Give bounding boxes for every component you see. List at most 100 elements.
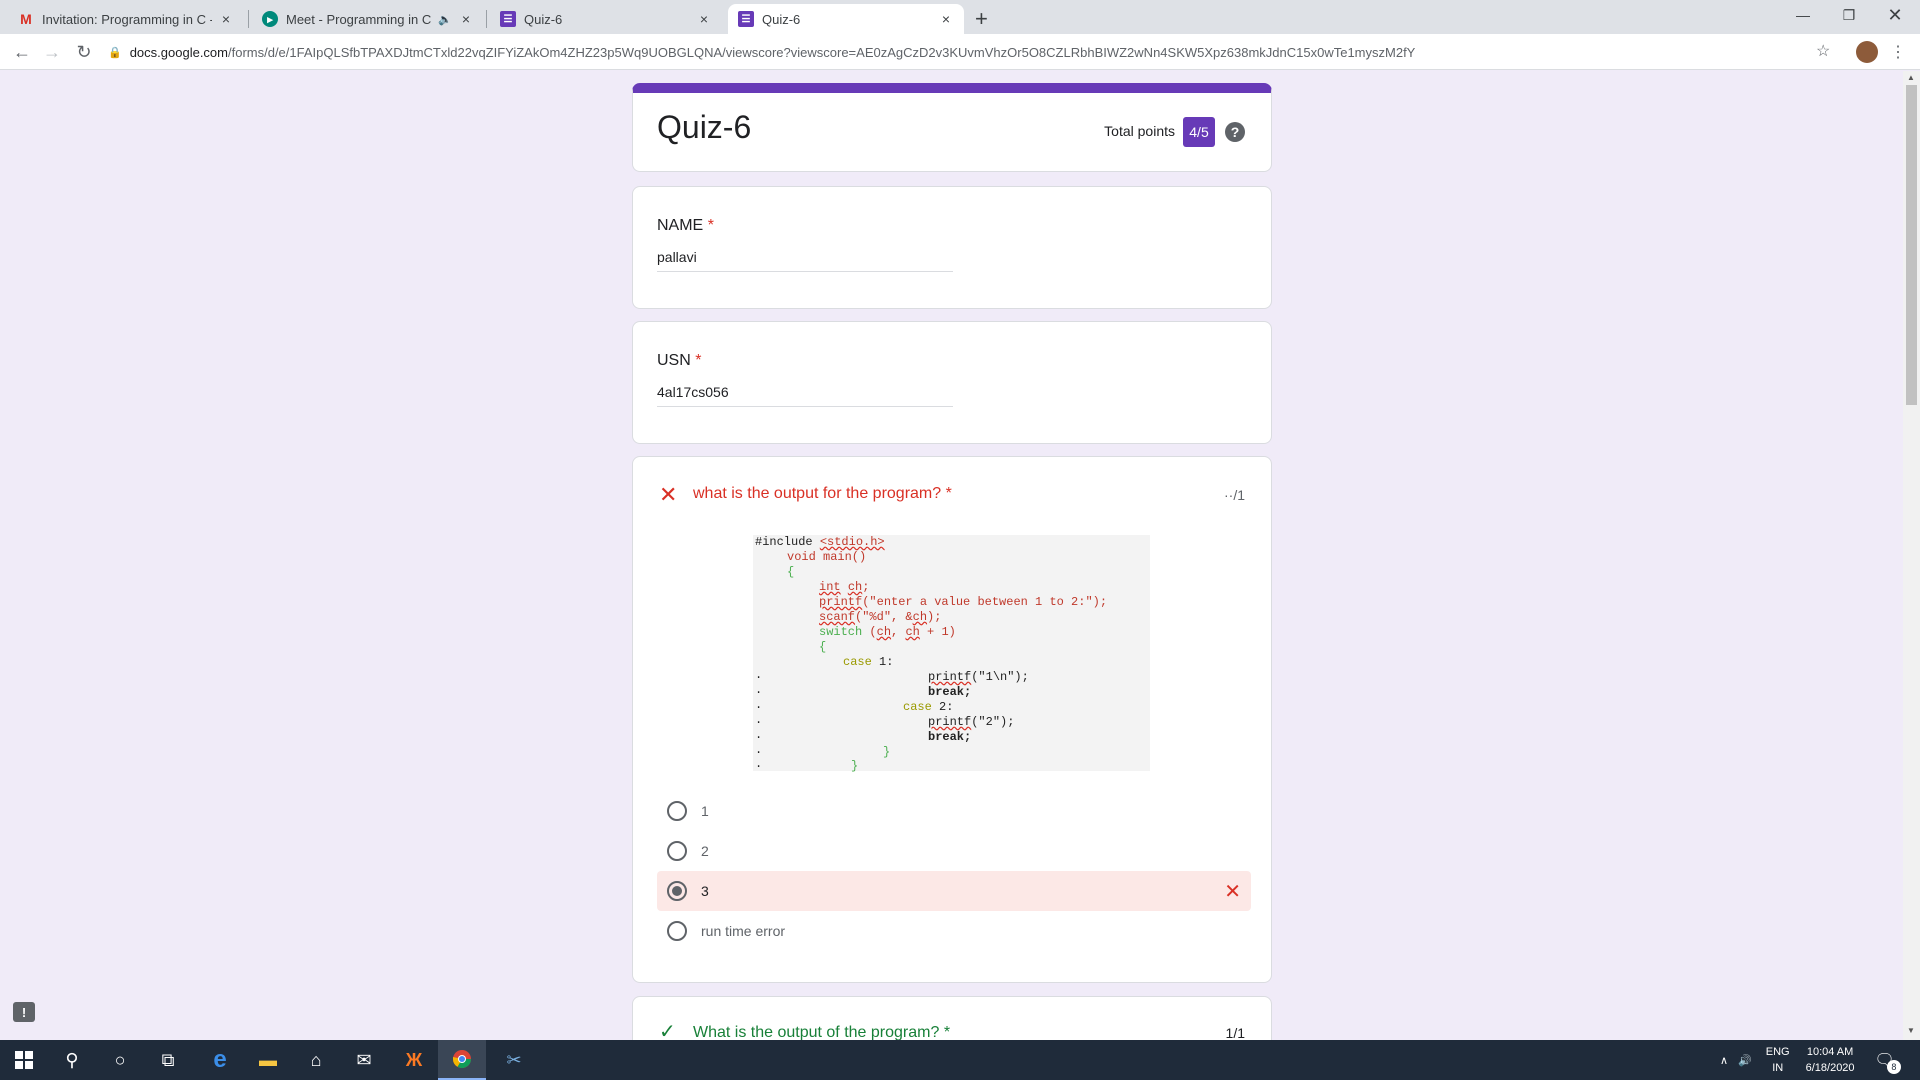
required-mark: * bbox=[695, 352, 702, 369]
windows-taskbar: ⚲ ○ ⧉ e ▬ ⌂ ✉ Ж ✂ ∧ 🔊 ENG IN 10:04 AM 6/… bbox=[0, 1040, 1920, 1080]
tab-title: Invitation: Programming in C - M bbox=[42, 11, 212, 27]
code-line: } bbox=[851, 759, 859, 773]
wrong-answer-icon: ✕ bbox=[1224, 881, 1241, 903]
profile-avatar[interactable] bbox=[1856, 41, 1878, 63]
file-explorer-icon[interactable]: ▬ bbox=[244, 1040, 292, 1080]
required-mark: * bbox=[945, 485, 952, 502]
total-points-label: Total points bbox=[1104, 123, 1175, 139]
region-code: IN bbox=[1772, 1062, 1784, 1074]
quiz-question-label: what is the output for the program? * bbox=[693, 485, 952, 503]
chrome-icon[interactable] bbox=[438, 1040, 486, 1080]
code-line: printf("1\n"); bbox=[928, 670, 1029, 684]
meet-icon: ▸ bbox=[262, 11, 278, 27]
close-tab-icon[interactable]: × bbox=[696, 11, 712, 27]
close-tab-icon[interactable]: × bbox=[938, 11, 954, 27]
task-view-icon[interactable]: ⧉ bbox=[144, 1040, 192, 1080]
code-line: { bbox=[787, 565, 795, 579]
bookmark-star-icon[interactable]: ☆ bbox=[1816, 41, 1830, 61]
reload-icon[interactable]: ↻ bbox=[72, 40, 96, 64]
close-tab-icon[interactable]: × bbox=[458, 11, 474, 27]
radio-button bbox=[667, 921, 687, 941]
tab-quiz-6-active[interactable]: ☰ Quiz-6 × bbox=[728, 4, 964, 34]
url-path: /forms/d/e/1FAIpQLSfbTPAXDJtmCTxld22vqZI… bbox=[227, 44, 1416, 60]
name-question-card: NAME * pallavi bbox=[632, 186, 1272, 309]
scroll-down-icon[interactable]: ▼ bbox=[1907, 1026, 1915, 1035]
close-tab-icon[interactable]: × bbox=[218, 11, 234, 27]
edge-icon[interactable]: e bbox=[196, 1040, 244, 1080]
usn-answer: 4al17cs056 bbox=[657, 384, 953, 407]
mail-icon[interactable]: ✉ bbox=[340, 1040, 388, 1080]
next-question-label: What is the output of the program? * bbox=[693, 1024, 950, 1040]
close-window-icon[interactable]: ✕ bbox=[1872, 0, 1918, 30]
notification-count-badge: 8 bbox=[1886, 1060, 1901, 1074]
answer-option-2: 2 bbox=[657, 831, 1251, 871]
tab-separator bbox=[248, 10, 249, 28]
total-points-badge: 4/5 bbox=[1183, 117, 1215, 147]
language-code: ENG bbox=[1765, 1046, 1790, 1058]
forms-icon: ☰ bbox=[500, 11, 516, 27]
tab-title: Quiz-6 bbox=[762, 11, 801, 27]
browser-tab-bar: M Invitation: Programming in C - M × ▸ M… bbox=[0, 0, 1920, 34]
code-line: int ch; bbox=[819, 580, 870, 594]
question-points: ··/1 bbox=[1224, 487, 1245, 503]
option-label: run time error bbox=[701, 923, 786, 939]
url-host: docs.google.com bbox=[129, 44, 228, 60]
code-line: break; bbox=[928, 730, 972, 744]
page-scrollbar[interactable]: ▲ ▼ bbox=[1903, 71, 1920, 1040]
report-feedback-icon[interactable]: ! bbox=[13, 1002, 35, 1022]
tab-meet[interactable]: ▸ Meet - Programming in C - N 🔈 × bbox=[252, 4, 484, 34]
system-tray: ∧ 🔊 ENG IN 10:04 AM 6/18/2020 🗨 8 bbox=[1720, 1040, 1901, 1080]
back-icon[interactable]: ← bbox=[10, 40, 34, 64]
search-icon[interactable]: ⚲ bbox=[48, 1040, 96, 1080]
clock-date: 6/18/2020 bbox=[1805, 1062, 1855, 1074]
gmail-icon: M bbox=[20, 11, 32, 27]
option-label: 2 bbox=[701, 843, 709, 859]
usn-question-card: USN * 4al17cs056 bbox=[632, 321, 1272, 444]
next-question-text: What is the output of the program? bbox=[693, 1024, 940, 1040]
code-line: } bbox=[883, 745, 891, 759]
code-image: #include <stdio.h> void main() { int ch;… bbox=[753, 535, 1150, 773]
minimize-icon[interactable]: — bbox=[1780, 0, 1826, 30]
form-title: Quiz-6 bbox=[657, 109, 752, 145]
question-label: USN * bbox=[657, 352, 701, 370]
help-icon[interactable]: ? bbox=[1225, 122, 1245, 142]
scroll-up-icon[interactable]: ▲ bbox=[1907, 73, 1915, 82]
scroll-thumb[interactable] bbox=[1906, 85, 1917, 405]
form-page: Quiz-6 Total points 4/5 ? NAME * pallavi… bbox=[0, 71, 1920, 1040]
code-dot: . bbox=[755, 698, 763, 712]
name-answer: pallavi bbox=[657, 249, 953, 272]
browser-menu-icon[interactable]: ⋮ bbox=[1890, 42, 1906, 62]
tab-quiz-6[interactable]: ☰ Quiz-6 × bbox=[490, 4, 722, 34]
volume-icon[interactable]: 🔊 bbox=[1738, 1054, 1752, 1067]
quiz-question-text: what is the output for the program? bbox=[693, 485, 942, 502]
code-line: case 1: bbox=[843, 655, 894, 669]
xampp-icon[interactable]: Ж bbox=[390, 1040, 438, 1080]
address-bar[interactable]: 🔒 docs.google.com /forms/d/e/1FAIpQLSfbT… bbox=[108, 38, 1828, 66]
tab-gmail-invitation[interactable]: M Invitation: Programming in C - M × bbox=[8, 4, 244, 34]
language-indicator[interactable]: ENG IN bbox=[1766, 1044, 1790, 1076]
restore-icon[interactable]: ❐ bbox=[1826, 0, 1872, 30]
code-dot: . bbox=[755, 743, 763, 757]
tab-title: Quiz-6 bbox=[524, 11, 563, 27]
radio-button bbox=[667, 841, 687, 861]
notification-center-icon[interactable]: 🗨 8 bbox=[1875, 1050, 1901, 1074]
required-mark: * bbox=[943, 1024, 951, 1040]
speaker-icon[interactable]: 🔈 bbox=[438, 13, 452, 26]
radio-button bbox=[667, 801, 687, 821]
store-icon[interactable]: ⌂ bbox=[292, 1040, 340, 1080]
cortana-icon[interactable]: ○ bbox=[96, 1040, 144, 1080]
quiz-question-card: ✕ what is the output for the program? * … bbox=[632, 456, 1272, 983]
code-dot: . bbox=[755, 728, 763, 742]
option-label: 1 bbox=[701, 803, 709, 819]
code-line: void main() bbox=[787, 550, 867, 564]
code-line: printf("2"); bbox=[928, 715, 1015, 729]
show-hidden-icons-icon[interactable]: ∧ bbox=[1720, 1054, 1728, 1067]
forward-icon[interactable]: → bbox=[40, 40, 64, 64]
windows-start-icon[interactable] bbox=[0, 1040, 48, 1080]
clock[interactable]: 10:04 AM 6/18/2020 bbox=[1806, 1044, 1855, 1076]
correct-check-icon: ✓ bbox=[659, 1021, 676, 1040]
new-tab-button[interactable]: + bbox=[975, 6, 988, 32]
tab-title: Meet - Programming in C - N bbox=[286, 11, 434, 27]
radio-button-selected bbox=[667, 881, 687, 901]
snipping-tool-icon[interactable]: ✂ bbox=[490, 1040, 538, 1080]
